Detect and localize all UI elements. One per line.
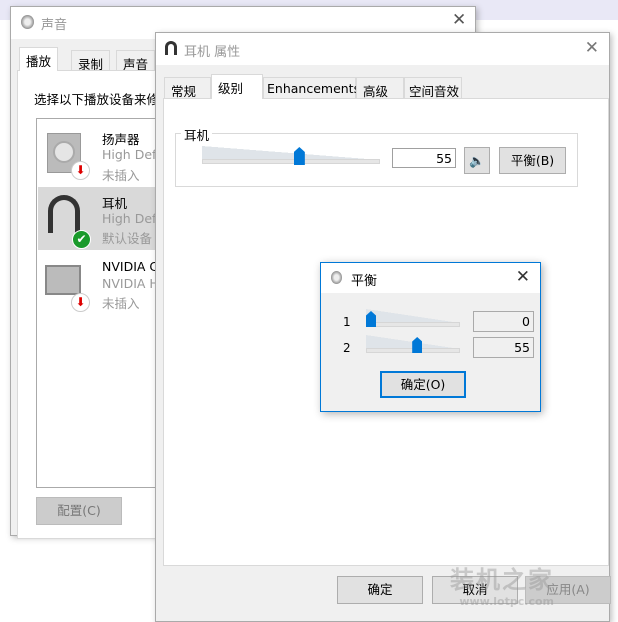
balance-button[interactable]: 平衡(B) <box>499 147 566 174</box>
monitor-icon <box>45 265 81 295</box>
group-label: 耳机 <box>181 125 213 144</box>
speaker-app-icon <box>331 271 342 284</box>
tab-recording[interactable]: 录制 <box>71 50 111 72</box>
tab-label: Enhancements <box>267 81 361 96</box>
tab-spatial-sound[interactable]: 空间音效 <box>404 77 462 99</box>
unplugged-badge-icon: ⬇ <box>71 161 90 180</box>
cancel-button[interactable]: 取消 <box>432 576 518 604</box>
button-label: 应用(A) <box>546 582 590 597</box>
balance-dialog: 平衡 ✕ 1 0 2 55 确定(O) <box>320 262 541 412</box>
device-status: 默认设备 <box>102 231 153 246</box>
apply-button[interactable]: 应用(A) <box>525 576 611 604</box>
button-label: 平衡(B) <box>510 153 555 168</box>
device-name: 扬声器 <box>102 132 140 147</box>
channel-value: 55 <box>514 340 530 355</box>
device-driver: High Def <box>102 147 157 162</box>
volume-value: 55 <box>436 151 452 166</box>
window-title: 声音 <box>41 18 68 33</box>
device-status: 未插入 <box>102 168 140 183</box>
channel-1-slider[interactable] <box>366 309 460 327</box>
channel-label: 2 <box>343 341 351 355</box>
device-status: 未插入 <box>102 296 140 311</box>
headphones-icon <box>48 195 80 233</box>
device-driver: High Def <box>102 211 157 226</box>
device-driver: NVIDIA H <box>102 276 159 291</box>
channel-1-value-field[interactable]: 0 <box>473 311 534 332</box>
speaker-volume-icon: 🔈 <box>469 153 485 168</box>
title-bar: 平衡 ✕ <box>321 263 540 293</box>
volume-slider[interactable] <box>202 146 380 165</box>
ok-button[interactable]: 确定(O) <box>380 371 466 398</box>
button-label: 取消 <box>462 582 488 597</box>
window-title: 耳机 属性 <box>184 45 241 60</box>
close-icon[interactable]: ✕ <box>516 267 530 287</box>
tab-label: 播放 <box>26 54 52 69</box>
channel-2-slider[interactable] <box>366 335 460 353</box>
instruction-text: 选择以下播放设备来修 <box>34 92 160 107</box>
unplugged-badge-icon: ⬇ <box>71 293 90 312</box>
tab-sounds[interactable]: 声音 <box>116 50 156 72</box>
tab-playback[interactable]: 播放 <box>19 47 59 71</box>
tab-label: 空间音效 <box>409 84 460 99</box>
device-name: 耳机 <box>102 196 128 211</box>
speaker-app-icon <box>21 15 34 29</box>
close-icon[interactable]: ✕ <box>585 38 599 58</box>
tab-label: 高级 <box>363 84 389 99</box>
button-label: 确定 <box>367 582 393 597</box>
tab-enhancements[interactable]: Enhancements <box>263 77 360 99</box>
channel-label: 1 <box>343 315 351 329</box>
volume-value-field[interactable]: 55 <box>392 148 456 168</box>
close-icon[interactable]: ✕ <box>452 10 466 30</box>
channel-value: 0 <box>522 314 530 329</box>
button-label: 配置(C) <box>57 503 101 518</box>
channel-2-value-field[interactable]: 55 <box>473 337 534 358</box>
ok-button[interactable]: 确定 <box>337 576 423 604</box>
window-title: 平衡 <box>351 274 378 289</box>
default-badge-icon: ✔ <box>72 230 91 249</box>
tab-advanced[interactable]: 高级 <box>356 77 404 99</box>
tab-label: 常规 <box>171 84 197 99</box>
tab-label: 级别 <box>218 81 244 96</box>
tab-general[interactable]: 常规 <box>164 77 211 99</box>
button-label: 确定(O) <box>400 377 446 392</box>
mute-button[interactable]: 🔈 <box>464 147 490 174</box>
title-bar: 耳机 属性 ✕ <box>156 33 609 65</box>
configure-button[interactable]: 配置(C) <box>36 497 122 525</box>
headphones-app-icon <box>165 41 177 55</box>
tab-levels[interactable]: 级别 <box>211 74 263 99</box>
device-name: NVIDIA C <box>102 259 159 274</box>
